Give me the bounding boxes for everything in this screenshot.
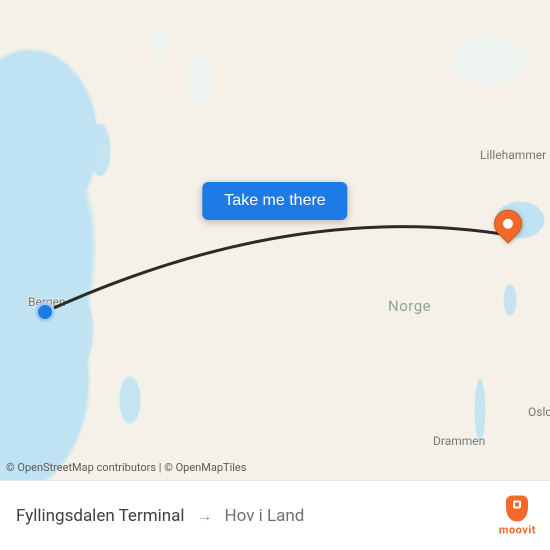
route-arc <box>0 0 550 480</box>
osm-link[interactable]: © OpenStreetMap contributors <box>6 461 156 474</box>
moovit-icon <box>506 495 528 521</box>
route-to-label: Hov i Land <box>225 506 305 526</box>
pin-icon <box>488 204 528 244</box>
map-canvas[interactable]: Norge Bergen Lillehammer Oslo Drammen Ta… <box>0 0 550 480</box>
arrow-right-icon: → <box>197 506 213 526</box>
app-root: Norge Bergen Lillehammer Oslo Drammen Ta… <box>0 0 550 550</box>
omt-link[interactable]: © OpenMapTiles <box>164 461 246 474</box>
brand-name: moovit <box>499 523 536 536</box>
map-label-country: Norge <box>388 297 431 315</box>
destination-marker[interactable] <box>494 210 522 238</box>
take-me-there-button[interactable]: Take me there <box>202 182 347 220</box>
map-label-lillehammer: Lillehammer <box>480 148 546 162</box>
route-footer: Fyllingsdalen Terminal → Hov i Land moov… <box>0 480 550 550</box>
brand-logo[interactable]: moovit <box>499 495 536 536</box>
map-label-drammen: Drammen <box>433 434 485 448</box>
origin-marker[interactable] <box>35 302 55 322</box>
map-label-oslo: Oslo <box>528 405 550 419</box>
route-from-label: Fyllingsdalen Terminal <box>16 506 185 526</box>
map-attribution: © OpenStreetMap contributors | © OpenMap… <box>6 461 246 474</box>
